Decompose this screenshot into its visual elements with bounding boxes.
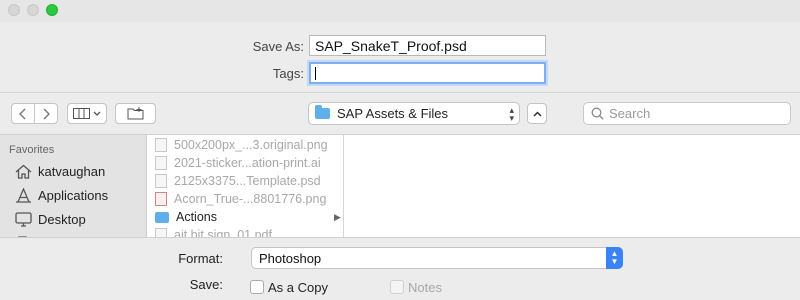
as-copy-checkbox[interactable] (250, 280, 264, 294)
file-name: 2125x3375...Template.psd (174, 174, 321, 188)
list-item[interactable]: 2125x3375...Template.psd (155, 172, 321, 190)
tags-field[interactable] (309, 62, 546, 84)
sidebar-item-label: Desktop (38, 211, 86, 227)
applications-icon (16, 187, 31, 203)
updown-arrows-icon: ▴ ▾ (509, 105, 514, 123)
close-window-button[interactable] (8, 4, 20, 16)
sidebar-item-documents[interactable] (15, 233, 38, 237)
folder-icon (315, 105, 330, 119)
file-name: Actions (176, 210, 217, 224)
search-field[interactable]: Search (583, 102, 791, 125)
sidebar-item-applications[interactable]: Applications (15, 185, 108, 205)
home-icon (15, 164, 32, 179)
file-name: ait bit sign_01.pdf (174, 228, 272, 238)
forward-button[interactable] (34, 103, 58, 124)
sidebar-item-label: katvaughan (38, 163, 106, 179)
file-browser: Favorites katvaughan Applications Deskto… (0, 134, 800, 238)
save-as-label: Save As: (252, 39, 304, 54)
file-name: 2021-sticker...ation-print.ai (174, 156, 321, 170)
updown-arrows-icon: ▲ ▼ (606, 247, 623, 269)
as-copy-label: As a Copy (268, 280, 328, 295)
list-item-folder[interactable]: Actions (155, 208, 217, 226)
toolbar-divider (0, 92, 800, 93)
new-folder-button[interactable] (115, 103, 156, 124)
location-label: SAP Assets & Files (337, 106, 449, 121)
view-mode-button[interactable] (67, 103, 107, 124)
chevron-down-icon (93, 111, 101, 116)
notes-label: Notes (408, 280, 442, 295)
columns-view-icon (73, 108, 90, 119)
illustrator-file-icon (155, 156, 167, 170)
format-value: Photoshop (259, 250, 322, 266)
image-file-icon (155, 192, 167, 206)
disclosure-triangle-icon[interactable]: ▶ (334, 212, 341, 223)
file-name: Acorn_True-...8801776.png (174, 192, 327, 206)
sidebar-item-home[interactable]: katvaughan (15, 161, 105, 181)
save-options-label: Save: (189, 277, 223, 292)
search-icon (591, 107, 604, 120)
text-caret (315, 67, 316, 80)
folder-icon (155, 211, 169, 223)
list-item[interactable]: Acorn_True-...8801776.png (155, 190, 326, 208)
document-icon (18, 235, 28, 237)
search-placeholder: Search (609, 106, 651, 121)
format-popup[interactable]: Photoshop ▲ ▼ (251, 247, 623, 269)
chevron-up-icon (532, 110, 542, 117)
minimize-window-button[interactable] (27, 4, 39, 16)
back-button[interactable] (11, 103, 35, 124)
sidebar-item-desktop[interactable]: Desktop (15, 209, 86, 229)
chevron-right-icon (43, 108, 50, 119)
save-as-field[interactable] (309, 35, 546, 56)
collapse-dialog-button[interactable] (527, 103, 547, 124)
new-folder-icon (127, 107, 143, 120)
zoom-window-button[interactable] (46, 4, 58, 16)
tags-label: Tags: (272, 66, 304, 81)
list-item[interactable]: ait bit sign_01.pdf (155, 226, 272, 238)
psd-file-icon (155, 174, 167, 188)
title-bar (0, 0, 800, 22)
sidebar-heading: Favorites (9, 144, 55, 156)
format-label: Format: (178, 251, 223, 266)
sidebar-item-label: Applications (38, 187, 109, 203)
file-name: 500x200px_...3.original.png (174, 138, 328, 152)
desktop-icon (15, 211, 32, 227)
file-list: 500x200px_...3.original.png 2021-sticker… (148, 135, 344, 238)
location-popup[interactable]: SAP Assets & Files ▴ ▾ (308, 102, 520, 125)
chevron-left-icon (19, 108, 26, 119)
image-file-icon (155, 138, 167, 152)
notes-checkbox[interactable] (390, 280, 404, 294)
sidebar: Favorites katvaughan Applications Deskto… (0, 135, 147, 237)
list-item[interactable]: 500x200px_...3.original.png (155, 136, 328, 154)
pdf-file-icon (155, 228, 167, 237)
list-item[interactable]: 2021-sticker...ation-print.ai (155, 154, 321, 172)
